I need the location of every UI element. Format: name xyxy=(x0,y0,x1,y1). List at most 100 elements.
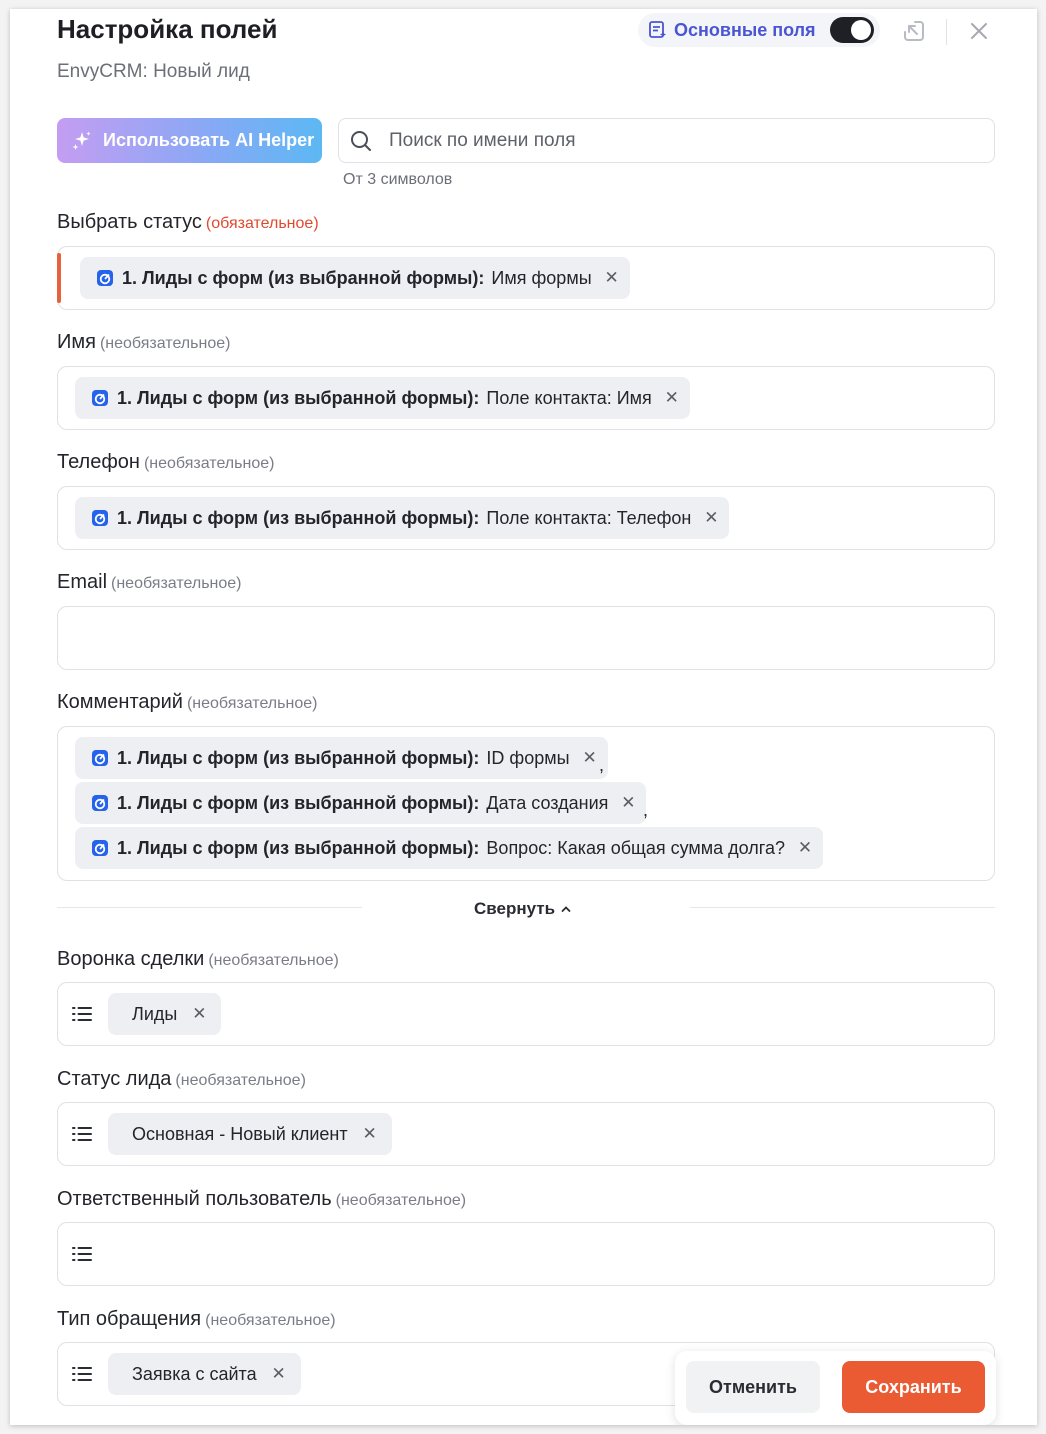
remove-x-icon[interactable]: ✕ xyxy=(797,838,813,858)
ai-helper-label: Использовать AI Helper xyxy=(103,130,315,150)
field-chip[interactable]: 1. Лиды с форм (из выбранной формы): Дат… xyxy=(75,782,647,824)
header-divider xyxy=(946,19,947,45)
funnel-field[interactable]: Лиды ✕ xyxy=(57,982,995,1046)
form-sparkle-icon xyxy=(649,21,666,38)
field-chip[interactable]: Лиды ✕ xyxy=(108,993,222,1035)
action-footer: Отменить Сохранить xyxy=(675,1351,996,1425)
chip-value: Основная - Новый клиент xyxy=(132,1123,348,1144)
optional-tag: (необязательное) xyxy=(175,1072,306,1089)
remove-x-icon[interactable]: ✕ xyxy=(362,1124,378,1144)
remove-x-icon[interactable]: ✕ xyxy=(620,793,636,813)
chip-source: 1. Лиды с форм (из выбранной формы): xyxy=(117,387,480,408)
page-subtitle: EnvyCRM: Новый лид xyxy=(57,61,250,82)
field-label-email: Email (необязательное) xyxy=(57,571,241,594)
required-tag: (обязательное) xyxy=(205,215,319,232)
ai-helper-button[interactable]: Использовать AI Helper xyxy=(57,118,322,163)
comment-field[interactable]: 1. Лиды с форм (из выбранной формы): ID … xyxy=(57,726,995,881)
chip-source: 1. Лиды с форм (из выбранной формы): xyxy=(122,267,485,288)
app-logo-icon xyxy=(92,840,108,856)
field-search xyxy=(338,118,995,163)
app-logo-icon xyxy=(92,390,108,406)
field-label-name: Имя (необязательное) xyxy=(57,331,230,354)
main-fields-label: Основные поля xyxy=(674,19,816,40)
main-fields-switch[interactable] xyxy=(830,17,874,43)
chip-value: ID формы xyxy=(486,747,570,768)
collapse-arrow-icon[interactable] xyxy=(900,17,928,45)
optional-tag: (необязательное) xyxy=(143,455,275,472)
field-chip[interactable]: Заявка с сайта ✕ xyxy=(108,1353,301,1395)
remove-x-icon[interactable]: ✕ xyxy=(582,748,598,768)
optional-tag: (необязательное) xyxy=(208,952,339,969)
chevron-up-icon xyxy=(561,906,571,912)
field-chip[interactable]: 1. Лиды с форм (из выбранной формы): Воп… xyxy=(75,827,823,869)
close-icon[interactable] xyxy=(965,17,993,45)
field-label-text: Имя xyxy=(57,331,96,353)
chip-source: 1. Лиды с форм (из выбранной формы): xyxy=(117,507,480,528)
app-logo-icon xyxy=(92,510,108,526)
field-label-text: Ответственный пользователь xyxy=(57,1188,332,1210)
divider-line xyxy=(690,907,995,908)
optional-tag: (необязательное) xyxy=(205,1312,336,1329)
lead-status-field[interactable]: Основная - Новый клиент ✕ xyxy=(57,1102,995,1166)
remove-x-icon[interactable]: ✕ xyxy=(703,508,719,528)
remove-x-icon[interactable]: ✕ xyxy=(604,268,620,288)
sparkles-icon xyxy=(72,131,91,150)
status-field[interactable]: 1. Лиды с форм (из выбранной формы): Имя… xyxy=(57,246,995,310)
remove-x-icon[interactable]: ✕ xyxy=(271,1364,287,1384)
divider-line xyxy=(57,907,362,908)
field-label-funnel: Воронка сделки (необязательное) xyxy=(57,948,339,971)
collapse-button[interactable]: Свернуть xyxy=(474,899,572,919)
chip-value: Поле контакта: Имя xyxy=(486,387,652,408)
main-fields-toggle-group: Основные поля xyxy=(638,13,880,47)
chip-source: 1. Лиды с форм (из выбранной формы): xyxy=(117,837,480,858)
chip-value: Вопрос: Какая общая сумма долга? xyxy=(486,837,785,858)
name-field[interactable]: 1. Лиды с форм (из выбранной формы): Пол… xyxy=(57,366,995,430)
field-chip[interactable]: 1. Лиды с форм (из выбранной формы): Имя… xyxy=(80,257,630,299)
field-label-text: Выбрать статус xyxy=(57,211,202,233)
remove-x-icon[interactable]: ✕ xyxy=(664,388,680,408)
chip-separator: , xyxy=(599,755,605,775)
field-label-text: Комментарий xyxy=(57,691,183,713)
chip-value: Дата создания xyxy=(486,792,609,813)
field-label-request-type: Тип обращения (необязательное) xyxy=(57,1308,336,1331)
page-title: Настройка полей xyxy=(57,14,278,44)
app-logo-icon xyxy=(97,270,113,286)
email-field[interactable] xyxy=(57,606,995,670)
chip-source: 1. Лиды с форм (из выбранной формы): xyxy=(117,792,480,813)
save-button[interactable]: Сохранить xyxy=(842,1361,985,1413)
optional-tag: (необязательное) xyxy=(186,695,318,712)
field-chip[interactable]: 1. Лиды с форм (из выбранной формы): Пол… xyxy=(75,497,730,539)
field-settings-panel: Настройка полей EnvyCRM: Новый лид Основ… xyxy=(10,9,1037,1425)
field-label-text: Воронка сделки xyxy=(57,948,205,970)
phone-field[interactable]: 1. Лиды с форм (из выбранной формы): Пол… xyxy=(57,486,995,550)
list-icon[interactable] xyxy=(70,1242,94,1266)
field-label-phone: Телефон (необязательное) xyxy=(57,451,274,474)
list-icon[interactable] xyxy=(70,1362,94,1386)
optional-tag: (необязательное) xyxy=(335,1192,467,1209)
cancel-button[interactable]: Отменить xyxy=(686,1361,820,1413)
field-chip[interactable]: 1. Лиды с форм (из выбранной формы): Пол… xyxy=(75,377,690,419)
field-chip[interactable]: 1. Лиды с форм (из выбранной формы): ID … xyxy=(75,737,608,779)
field-label-lead-status: Статус лида (необязательное) xyxy=(57,1068,306,1091)
field-chip[interactable]: Основная - Новый клиент ✕ xyxy=(108,1113,392,1155)
chip-value: Поле контакта: Телефон xyxy=(486,507,692,528)
field-label-responsible: Ответственный пользователь (необязательно… xyxy=(57,1188,466,1211)
list-icon[interactable] xyxy=(70,1002,94,1026)
search-input[interactable] xyxy=(389,129,969,152)
field-label-text: Тип обращения xyxy=(57,1308,202,1330)
search-icon xyxy=(351,130,371,151)
field-label-text: Телефон xyxy=(57,451,140,473)
optional-tag: (необязательное) xyxy=(99,335,231,352)
responsible-field[interactable] xyxy=(57,1222,995,1286)
field-label-text: Email xyxy=(57,571,108,593)
app-logo-icon xyxy=(92,795,108,811)
chip-value: Имя формы xyxy=(491,267,592,288)
chip-separator: , xyxy=(643,800,649,820)
field-label-comment: Комментарий (необязательное) xyxy=(57,691,317,714)
chip-value: Заявка с сайта xyxy=(132,1363,257,1384)
app-logo-icon xyxy=(92,750,108,766)
search-hint: От 3 символов xyxy=(343,171,453,188)
list-icon[interactable] xyxy=(70,1122,94,1146)
remove-x-icon[interactable]: ✕ xyxy=(191,1004,207,1024)
chip-value: Лиды xyxy=(132,1003,178,1024)
